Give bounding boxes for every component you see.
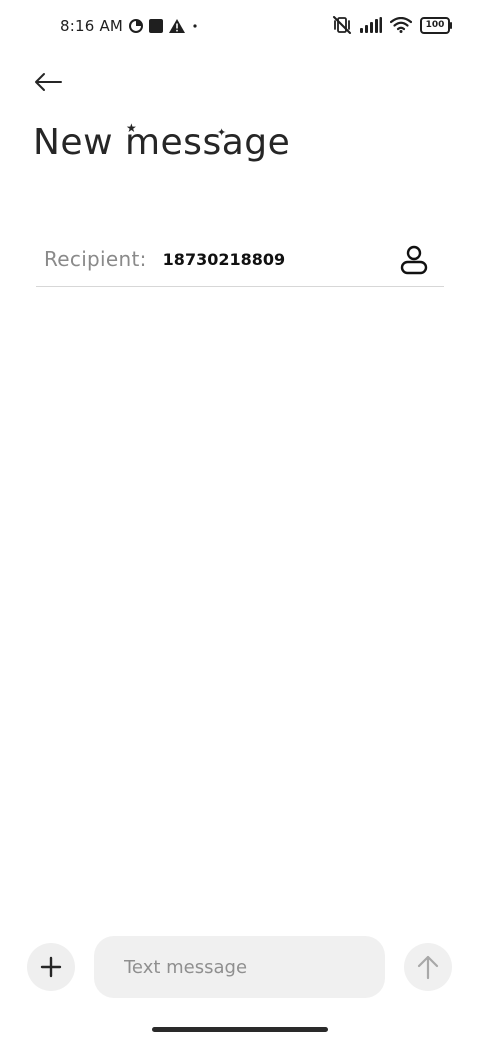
status-time: 8:16 AM bbox=[60, 17, 124, 35]
wifi-icon bbox=[390, 17, 412, 33]
page-title: New message bbox=[33, 122, 291, 163]
status-bar: 8:16 AM 100 bbox=[0, 0, 480, 54]
data-saver-icon bbox=[129, 19, 144, 33]
warning-icon bbox=[169, 19, 186, 33]
person-icon bbox=[400, 245, 428, 275]
recipient-label: Recipient: bbox=[44, 247, 147, 271]
screen: 8:16 AM 100 New message ★ ✦ Recipient: 1… bbox=[0, 0, 480, 1040]
status-right: 100 bbox=[332, 16, 452, 34]
send-button[interactable] bbox=[404, 943, 452, 991]
recipient-input[interactable] bbox=[160, 248, 365, 270]
status-left: 8:16 AM bbox=[60, 17, 199, 35]
battery-level: 100 bbox=[425, 20, 445, 30]
message-field bbox=[94, 936, 385, 998]
square-notification-icon bbox=[149, 19, 164, 33]
dot-icon bbox=[191, 22, 199, 30]
plus-icon bbox=[40, 956, 62, 978]
add-attachment-button[interactable] bbox=[27, 943, 75, 991]
vibrate-off-icon bbox=[332, 16, 352, 34]
arrow-up-icon bbox=[416, 954, 440, 980]
arrow-left-icon bbox=[34, 72, 62, 92]
sparkle-decoration-icon: ✦ bbox=[217, 126, 227, 139]
contact-picker-button[interactable] bbox=[398, 244, 430, 276]
battery-icon: 100 bbox=[420, 16, 452, 34]
star-decoration-icon: ★ bbox=[126, 121, 137, 135]
back-button[interactable] bbox=[30, 64, 66, 100]
message-input[interactable] bbox=[122, 955, 366, 979]
recipient-row: Recipient: bbox=[36, 232, 444, 287]
signal-icon bbox=[360, 17, 382, 33]
home-indicator[interactable] bbox=[152, 1027, 328, 1032]
